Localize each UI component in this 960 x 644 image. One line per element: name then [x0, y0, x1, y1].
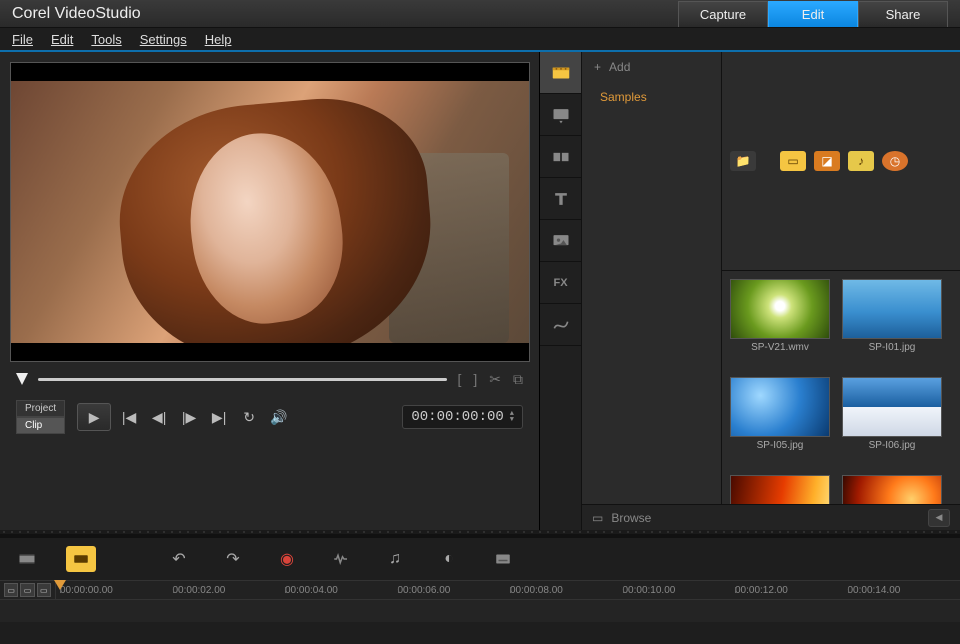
preview-panel: [ ] ✂ ⧉ Project Clip ▶ |◀ ◀| |▶ ▶| ↻ 🔊 0…	[0, 52, 540, 530]
timeline-playhead[interactable]	[60, 580, 61, 644]
steptab-transition[interactable]	[540, 136, 581, 178]
ruler-tick: 00:00:08.00	[510, 585, 623, 596]
timeline-panel: ↶ ↷ ◉ ♫ ◐ ▭ ▭ ▭ 00:00:00.00 00:00:02.00 …	[0, 534, 960, 644]
thumb-caption: SP-V21.wmv	[751, 342, 809, 353]
library-thumbnails: SP-V21.wmv SP-I01.jpg SP-I05.jpg SP-I06.…	[722, 271, 960, 505]
preview-video	[10, 62, 530, 362]
subtitle-button[interactable]	[488, 546, 518, 572]
browse-label[interactable]: Browse	[611, 511, 651, 525]
repeat-button[interactable]: ↻	[237, 406, 261, 428]
ruler-tick: 00:00:14.00	[848, 585, 960, 596]
titlebar: Corel VideoStudio Capture Edit Share	[0, 0, 960, 28]
library-filter-bar: 📁 ▭ ◪ ♪ ◷	[722, 52, 960, 271]
end-button[interactable]: ▶|	[207, 406, 231, 428]
track-toggle-3[interactable]: ▭	[37, 583, 51, 597]
steptab-filter[interactable]: FX	[540, 262, 581, 304]
timecode-value: 00:00:00:00	[411, 409, 503, 425]
open-folder-button[interactable]: 📁	[730, 151, 756, 171]
steptab-title[interactable]	[540, 178, 581, 220]
timeline-tracks[interactable]	[0, 600, 960, 644]
storyboard-view-button[interactable]	[66, 546, 96, 572]
menu-edit[interactable]: Edit	[51, 32, 73, 47]
mode-project[interactable]: Project	[16, 400, 65, 417]
home-button[interactable]: |◀	[117, 406, 141, 428]
filter-audio-button[interactable]: ♪	[848, 151, 874, 171]
thumb-item[interactable]: SP-V21.wmv	[730, 279, 830, 369]
split-clip-icon[interactable]: ✂	[489, 371, 501, 388]
mode-clip[interactable]: Clip	[16, 417, 65, 434]
track-toggle-1[interactable]: ▭	[4, 583, 18, 597]
ruler-tick: 00:00:04.00	[285, 585, 398, 596]
filter-photo-button[interactable]: ◪	[814, 151, 840, 171]
thumb-item[interactable]: SP-I10.jpg	[730, 475, 830, 505]
preview-mode-toggle[interactable]: Project Clip	[16, 400, 65, 434]
scrub-track[interactable]	[38, 378, 447, 381]
mark-in-icon[interactable]: [	[457, 371, 461, 388]
track-selector[interactable]: ▭ ▭ ▭	[0, 581, 56, 599]
collapse-library-button[interactable]: ◀	[928, 509, 950, 527]
redo-button[interactable]: ↷	[218, 546, 248, 572]
browse-icon: ▭	[592, 511, 603, 525]
menu-help[interactable]: Help	[205, 32, 232, 47]
thumb-item[interactable]: SP-I01.jpg	[842, 279, 942, 369]
thumb-item[interactable]: SP-I11.jpg	[842, 475, 942, 505]
timecode-down-icon[interactable]: ▼	[510, 417, 514, 423]
ruler-tick: 00:00:06.00	[398, 585, 511, 596]
playhead-marker[interactable]	[16, 373, 28, 385]
workflow-tabs: Capture Edit Share	[678, 1, 948, 27]
ruler-tick: 00:00:12.00	[735, 585, 848, 596]
app-title: Corel VideoStudio	[12, 5, 678, 23]
thumb-caption: SP-I05.jpg	[757, 440, 804, 451]
folder-samples[interactable]: Samples	[582, 82, 721, 112]
menu-tools[interactable]: Tools	[91, 32, 121, 47]
tab-capture[interactable]: Capture	[678, 1, 768, 27]
record-button[interactable]: ◉	[272, 546, 302, 572]
transport-bar: Project Clip ▶ |◀ ◀| |▶ ▶| ↻ 🔊 00:00:00:…	[10, 396, 529, 438]
add-folder-label: Add	[609, 60, 630, 74]
undo-button[interactable]: ↶	[164, 546, 194, 572]
auto-music-button[interactable]: ♫	[380, 546, 410, 572]
menu-settings[interactable]: Settings	[140, 32, 187, 47]
browse-bar: ▭ Browse ◀	[582, 504, 960, 530]
ruler-tick: 00:00:02.00	[173, 585, 286, 596]
timeline-toolbar: ↶ ↷ ◉ ♫ ◐	[0, 538, 960, 580]
timecode-display[interactable]: 00:00:00:00 ▲▼	[402, 405, 523, 429]
plus-icon: +	[594, 60, 601, 74]
menubar: File Edit Tools Settings Help	[0, 28, 960, 52]
folder-tree: + Add Samples	[582, 52, 722, 504]
next-frame-button[interactable]: |▶	[177, 406, 201, 428]
thumb-item[interactable]: SP-I06.jpg	[842, 377, 942, 467]
ruler-tick: 00:00:10.00	[623, 585, 736, 596]
prev-frame-button[interactable]: ◀|	[147, 406, 171, 428]
timeline-ruler[interactable]: ▭ ▭ ▭ 00:00:00.00 00:00:02.00 00:00:04.0…	[0, 580, 960, 600]
scrubber: [ ] ✂ ⧉	[10, 362, 529, 396]
volume-button[interactable]: 🔊	[267, 406, 291, 428]
thumb-caption: SP-I06.jpg	[869, 440, 916, 451]
steptab-path[interactable]	[540, 304, 581, 346]
thumb-item[interactable]: SP-I05.jpg	[730, 377, 830, 467]
tab-edit[interactable]: Edit	[768, 1, 858, 27]
thumb-caption: SP-I01.jpg	[869, 342, 916, 353]
track-motion-button[interactable]: ◐	[434, 546, 464, 572]
add-folder-button[interactable]: + Add	[582, 52, 721, 82]
audio-mixer-button[interactable]	[326, 546, 356, 572]
play-button[interactable]: ▶	[77, 403, 111, 431]
ruler-tick: 00:00:00.00	[60, 585, 173, 596]
menu-file[interactable]: File	[12, 32, 33, 47]
enlarge-icon[interactable]: ⧉	[513, 371, 523, 388]
timeline-view-button[interactable]	[12, 546, 42, 572]
track-toggle-2[interactable]: ▭	[20, 583, 34, 597]
sort-button[interactable]: ◷	[882, 151, 908, 171]
steptab-graphic[interactable]	[540, 220, 581, 262]
steptab-media[interactable]	[540, 52, 581, 94]
step-tabs: FX	[540, 52, 582, 530]
tab-share[interactable]: Share	[858, 1, 948, 27]
mark-out-icon[interactable]: ]	[473, 371, 477, 388]
filter-video-button[interactable]: ▭	[780, 151, 806, 171]
steptab-instantproject[interactable]	[540, 94, 581, 136]
library-panel: FX + Add Samples 📁	[540, 52, 960, 530]
